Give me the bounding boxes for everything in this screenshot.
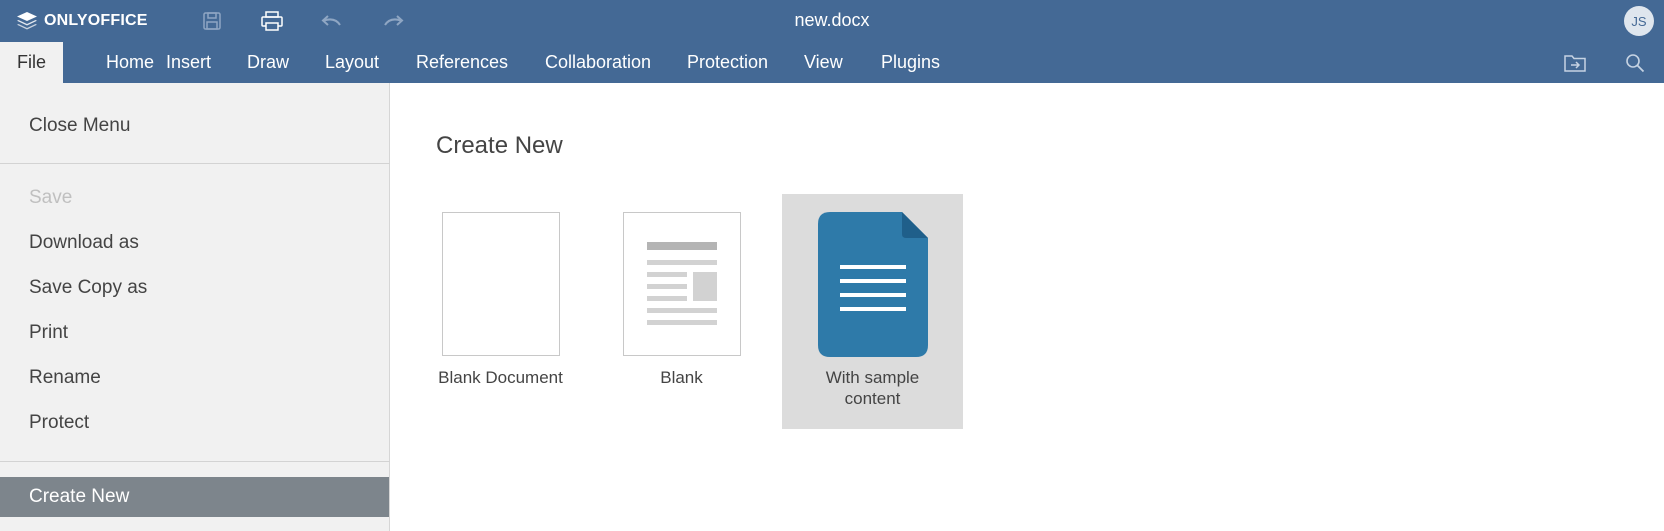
tab-view[interactable]: View (787, 42, 860, 83)
layout-page-icon (623, 212, 741, 356)
menu-item-rename[interactable]: Rename (0, 358, 390, 398)
file-menu-sidebar: Close Menu Save Download as Save Copy as… (0, 83, 390, 531)
tab-insert[interactable]: Insert (149, 42, 228, 83)
title-bar: ONLYOFFICE new.docx JS (0, 0, 1664, 42)
search-icon (1626, 54, 1645, 73)
page-title: Create New (436, 132, 563, 159)
ribbon-tabs: File Home Insert Draw Layout References … (0, 42, 1664, 83)
template-blank-document[interactable]: Blank Document (410, 194, 591, 429)
print-icon (261, 11, 283, 31)
create-new-panel: Create New Blank Document Blank With sam… (390, 83, 1664, 531)
save-icon (203, 12, 221, 30)
tab-layout[interactable]: Layout (308, 42, 396, 83)
menu-divider (0, 163, 390, 164)
close-menu-item[interactable]: Close Menu (0, 106, 390, 146)
template-label: Blank (660, 368, 703, 387)
tab-file[interactable]: File (0, 42, 64, 83)
tab-references[interactable]: References (399, 42, 525, 83)
onlyoffice-logo-icon (17, 12, 37, 30)
menu-item-print[interactable]: Print (0, 313, 390, 353)
undo-icon (321, 15, 341, 26)
menu-item-download-as[interactable]: Download as (0, 223, 390, 263)
menu-item-create-new[interactable]: Create New (0, 477, 389, 517)
template-label: With sample content (825, 368, 920, 408)
open-file-location-button[interactable] (1563, 52, 1587, 74)
save-button[interactable] (199, 9, 225, 33)
template-label: Blank Document (438, 368, 563, 387)
template-blank[interactable]: Blank (591, 194, 772, 429)
folder-icon (1564, 55, 1586, 72)
user-avatar[interactable]: JS (1624, 6, 1654, 36)
tab-draw[interactable]: Draw (230, 42, 306, 83)
document-icon (818, 212, 928, 357)
document-title: new.docx (794, 10, 870, 30)
menu-item-save: Save (29, 187, 73, 208)
brand-name: ONLYOFFICE (44, 12, 148, 29)
menu-divider (0, 461, 390, 462)
search-button[interactable] (1623, 52, 1647, 74)
redo-button[interactable] (380, 9, 406, 33)
print-button[interactable] (259, 9, 285, 33)
blank-page-icon (442, 212, 560, 356)
undo-button[interactable] (319, 9, 345, 33)
tab-plugins[interactable]: Plugins (864, 42, 957, 83)
menu-item-save-copy-as[interactable]: Save Copy as (0, 268, 390, 308)
app-logo[interactable]: ONLYOFFICE (16, 9, 148, 33)
redo-icon (384, 15, 404, 26)
tab-protection[interactable]: Protection (670, 42, 785, 83)
tab-collaboration[interactable]: Collaboration (528, 42, 668, 83)
template-with-sample-content[interactable]: With sample content (782, 194, 963, 429)
menu-item-protect[interactable]: Protect (0, 403, 390, 443)
